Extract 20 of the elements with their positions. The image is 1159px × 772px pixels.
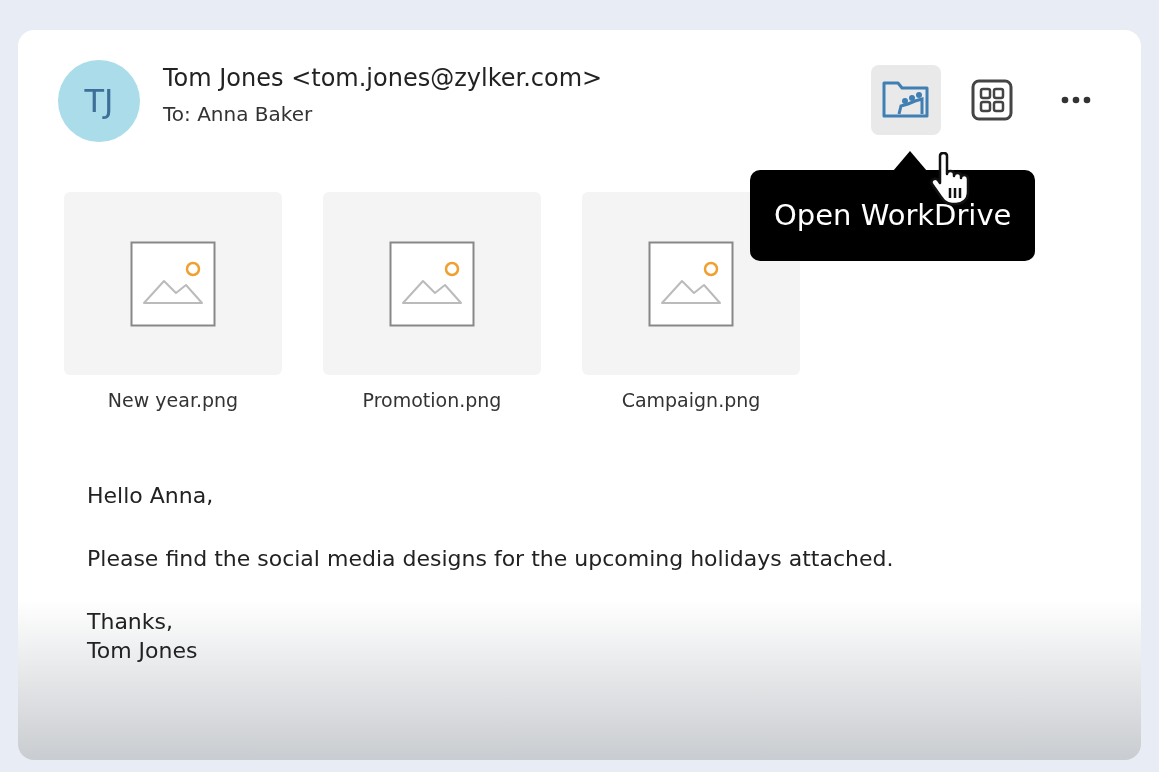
greeting-text: Hello Anna, <box>87 483 215 508</box>
tooltip-arrow <box>893 151 927 171</box>
signature-text: Tom Jones <box>87 638 199 663</box>
image-icon <box>648 240 734 327</box>
image-icon <box>130 240 216 327</box>
attachment-filename[interactable]: Campaign.png <box>621 389 761 411</box>
attachment-thumbnail[interactable] <box>323 192 541 375</box>
workdrive-button[interactable] <box>871 65 941 135</box>
attachment-filename[interactable]: New year.png <box>107 389 239 411</box>
attachment-filename[interactable]: Promotion.png <box>362 389 502 411</box>
sender-name: Tom Jones <tom.jones@zylker.com> <box>163 64 603 92</box>
recipient-line: To: Anna Baker <box>163 102 314 126</box>
message-text: Please find the social media designs for the upcoming holidays attached. <box>87 546 895 571</box>
attachment-thumbnail[interactable] <box>64 192 282 375</box>
tooltip: Open WorkDrive <box>750 170 1036 261</box>
avatar: TJ <box>58 60 140 142</box>
grid-icon <box>971 79 1013 121</box>
image-icon <box>389 240 475 327</box>
more-icon <box>1061 96 1091 104</box>
closing-text: Thanks, <box>87 609 174 634</box>
